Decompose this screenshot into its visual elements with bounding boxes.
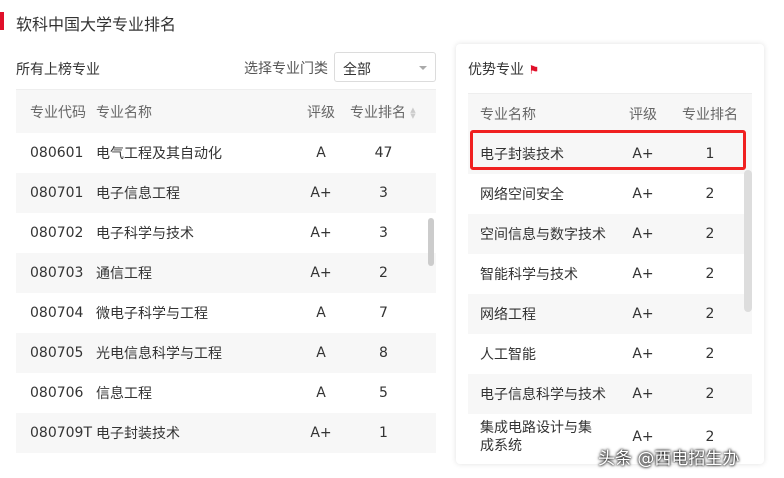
cell-code: 080704 [30, 305, 84, 321]
cell-rank: 3 [379, 225, 388, 241]
col-name: 专业名称 [480, 107, 536, 123]
cell-rank: 2 [379, 265, 388, 281]
cell-rank: 2 [705, 346, 715, 362]
cell-name: 电气工程及其自动化 [96, 146, 222, 162]
table-row[interactable]: 080705 光电信息科学与工程 A 8 [16, 333, 436, 373]
cell-name: 电子科学与技术 [96, 226, 194, 242]
cell-rank: 3 [379, 185, 388, 201]
cell-name: 微电子科学与工程 [96, 306, 208, 322]
cell-code: 080703 [30, 265, 84, 281]
table-header: 专业名称 评级 专业排名 [468, 94, 752, 134]
col-rank: 专业排名 [682, 107, 738, 123]
cell-code: 080705 [30, 345, 84, 361]
cell-grade: A+ [310, 225, 332, 241]
cell-grade: A [316, 145, 326, 161]
cell-name: 人工智能 [480, 347, 536, 363]
table-row[interactable]: 人工智能 A+ 2 [468, 334, 752, 374]
select-value: 全部 [343, 62, 371, 78]
cell-grade: A+ [632, 226, 654, 242]
category-select[interactable]: 全部 [334, 52, 436, 82]
left-scrollbar[interactable] [428, 218, 434, 266]
right-scrollbar[interactable] [744, 170, 752, 312]
flag-icon: ⚑ [528, 63, 540, 77]
advantage-majors-card: 优势专业 ⚑ 专业名称 评级 专业排名 电子封装技术 A+ 1 网络空间安全 A+ 2 空间… [456, 44, 764, 464]
page-title: 软科中国大学专业排名 [16, 15, 177, 34]
cell-rank: 5 [379, 385, 388, 401]
all-majors-table: 专业代码 专业名称 评级 专业排名 ▲ ▼ 080601 电气工程及其自动化 A 47 08… [16, 89, 436, 453]
cell-grade: A+ [632, 186, 654, 202]
cell-name: 电子信息科学与技术 [480, 387, 606, 403]
table-row[interactable]: 智能科学与技术 A+ 2 [468, 254, 752, 294]
col-rank-label: 专业排名 [350, 104, 406, 121]
cell-rank: 2 [705, 266, 715, 282]
cell-rank: 1 [379, 425, 388, 441]
filter-label: 选择专业门类 [244, 61, 328, 77]
cell-name: 电子信息工程 [96, 186, 180, 202]
col-code: 专业代码 [30, 104, 86, 121]
cell-code: 080601 [30, 145, 84, 161]
cell-rank: 47 [374, 145, 393, 161]
cell-grade: A [316, 345, 326, 361]
table-row[interactable]: 080601 电气工程及其自动化 A 47 [16, 133, 436, 173]
cell-grade: A [316, 305, 326, 321]
cell-grade: A+ [632, 306, 654, 322]
cell-grade: A+ [632, 266, 654, 282]
table-row[interactable]: 080702 电子科学与技术 A+ 3 [16, 213, 436, 253]
all-majors-heading: 所有上榜专业 [16, 62, 100, 78]
table-row[interactable]: 网络工程 A+ 2 [468, 294, 752, 334]
table-row[interactable]: 080706 信息工程 A 5 [16, 373, 436, 413]
cell-rank: 7 [379, 305, 388, 321]
table-row[interactable]: 080709T 电子封装技术 A+ 1 [16, 413, 436, 453]
table-row[interactable]: 空间信息与数字技术 A+ 2 [468, 214, 752, 254]
cell-name: 智能科学与技术 [480, 267, 578, 283]
cell-code: 080701 [30, 185, 84, 201]
cell-grade: A+ [632, 346, 654, 362]
col-grade: 评级 [629, 107, 657, 123]
cell-code: 080702 [30, 225, 84, 241]
table-row[interactable]: 080704 微电子科学与工程 A 7 [16, 293, 436, 333]
cell-name: 通信工程 [96, 266, 152, 282]
cell-rank: 2 [705, 186, 715, 202]
table-row[interactable]: 080703 通信工程 A+ 2 [16, 253, 436, 293]
cell-rank: 2 [705, 306, 715, 322]
cell-code: 080709T [30, 425, 92, 441]
sort-icon[interactable]: ▲ ▼ [409, 106, 417, 119]
cell-name: 网络工程 [480, 307, 536, 323]
cell-rank: 2 [705, 386, 715, 402]
cell-grade: A+ [310, 185, 332, 201]
watermark: 头条 @西电招生办 [598, 449, 740, 469]
cell-code: 080706 [30, 385, 84, 401]
col-name: 专业名称 [96, 104, 152, 121]
cell-rank: 2 [705, 226, 715, 242]
cell-grade: A+ [310, 425, 332, 441]
col-grade: 评级 [307, 104, 335, 121]
cell-name: 网络空间安全 [480, 187, 564, 203]
cell-grade: A [316, 385, 326, 401]
cell-name: 光电信息科学与工程 [96, 346, 222, 362]
cell-name: 信息工程 [96, 386, 152, 402]
advantage-heading-text: 优势专业 [468, 62, 524, 78]
col-rank[interactable]: 专业排名 ▲ ▼ [346, 102, 421, 122]
table-row[interactable]: 电子信息科学与技术 A+ 2 [468, 374, 752, 414]
table-row[interactable]: 080701 电子信息工程 A+ 3 [16, 173, 436, 213]
cell-grade: A+ [632, 386, 654, 402]
cell-rank: 8 [379, 345, 388, 361]
cell-grade: A+ [310, 265, 332, 281]
chevron-down-icon [419, 66, 427, 70]
cell-name: 集成电路设计与集成系统 [480, 420, 592, 454]
highlight-box [470, 130, 746, 170]
advantage-heading: 优势专业 ⚑ [468, 59, 539, 79]
table-header: 专业代码 专业名称 评级 专业排名 ▲ ▼ [16, 90, 436, 133]
cell-name: 电子封装技术 [96, 426, 180, 442]
title-accent [0, 12, 4, 30]
cell-name: 空间信息与数字技术 [480, 227, 606, 243]
table-row[interactable]: 网络空间安全 A+ 2 [468, 174, 752, 214]
